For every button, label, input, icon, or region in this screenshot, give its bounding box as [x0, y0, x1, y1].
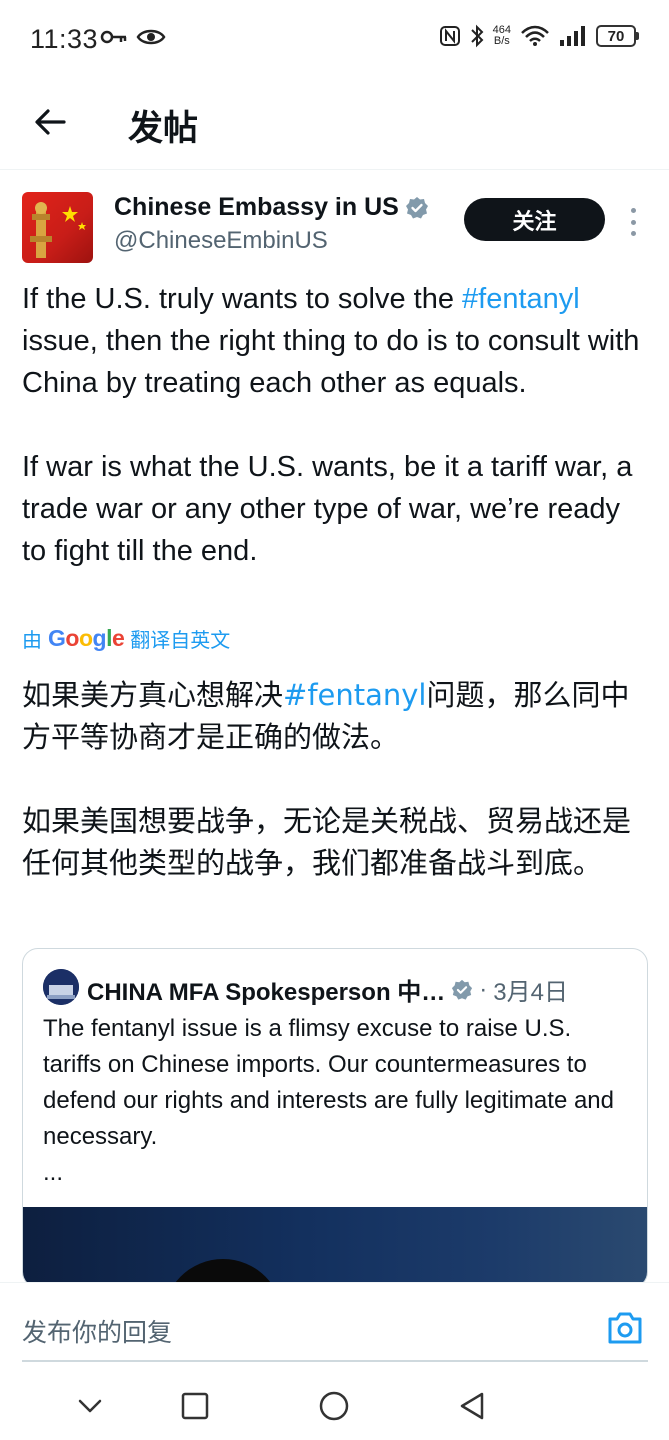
hashtag-link[interactable]: #fentanyl — [283, 678, 426, 712]
circle-icon — [319, 1391, 349, 1421]
hashtag-link[interactable]: #fentanyl — [462, 283, 580, 315]
follow-button[interactable]: 关注 — [464, 198, 605, 241]
translated-paragraph: 如果美方真心想解决#fentanyl问题，那么同中方平等协商才是正确的做法。 — [22, 678, 630, 754]
translation-attribution[interactable]: 由 Google 翻译自英文 — [22, 624, 230, 653]
flag-avatar-image — [22, 192, 93, 263]
quote-separator: · — [479, 975, 488, 1003]
eye-icon — [136, 29, 166, 45]
camera-button[interactable] — [606, 1311, 644, 1345]
wifi-icon — [521, 25, 549, 46]
bluetooth-icon — [470, 24, 484, 48]
status-bar: 11:33 464 B/s 70 — [0, 0, 669, 80]
status-time: 11:33 — [30, 24, 99, 54]
quote-author-name: CHINA MFA Spokesperson 中… · 3月4日 — [87, 972, 568, 1007]
chevron-down-icon — [78, 1399, 102, 1413]
quote-date: 3月4日 — [493, 979, 568, 1006]
quote-text: The fentanyl issue is a flimsy excuse to… — [43, 1011, 623, 1191]
page-header: 发帖 — [0, 80, 669, 170]
camera-icon — [608, 1312, 642, 1344]
nav-recents-button[interactable] — [175, 1386, 215, 1426]
nav-back-button[interactable] — [452, 1386, 492, 1426]
quote-author-avatar — [43, 969, 79, 1005]
translated-paragraph: 如果美国想要战争，无论是关税战、贸易战还是任何其他类型的战争，我们都准备战斗到底… — [22, 804, 632, 880]
author-name[interactable]: Chinese Embassy in US — [114, 193, 429, 222]
google-logo: Google — [48, 625, 125, 651]
net-speed: 464 B/s — [492, 24, 511, 47]
arrow-left-icon — [35, 109, 66, 135]
nfc-icon — [439, 26, 460, 46]
quoted-tweet-card[interactable]: CHINA MFA Spokesperson 中… · 3月4日 The fen… — [22, 948, 648, 1288]
nav-collapse-button[interactable] — [70, 1386, 110, 1426]
quote-ellipsis: ... — [43, 1159, 64, 1186]
translated-text: 如果美方真心想解决#fentanyl问题，那么同中方平等协商才是正确的做法。 如… — [22, 674, 652, 926]
more-options-icon[interactable] — [620, 205, 646, 239]
square-icon — [181, 1392, 209, 1420]
tweet-paragraph: If war is what the U.S. wants, be it a t… — [22, 451, 633, 567]
system-nav-bar — [0, 1370, 669, 1440]
author-avatar[interactable] — [22, 192, 93, 263]
signal-icon — [560, 26, 585, 46]
back-button[interactable] — [28, 100, 72, 144]
battery-icon: 70 — [596, 25, 639, 47]
triangle-back-icon — [460, 1392, 484, 1420]
author-handle[interactable]: @ChineseEmbinUS — [114, 227, 328, 255]
verified-badge-icon — [452, 979, 473, 1000]
key-icon — [100, 30, 127, 44]
reply-bar: 发布你的回复 — [0, 1282, 669, 1370]
quote-media-image[interactable] — [23, 1207, 647, 1287]
page-title: 发帖 — [128, 109, 199, 149]
tweet-text: If the U.S. truly wants to solve the #fe… — [22, 278, 652, 614]
reply-underline — [22, 1360, 648, 1362]
tweet-paragraph: If the U.S. truly wants to solve the #fe… — [22, 283, 640, 399]
reply-input[interactable]: 发布你的回复 — [22, 1313, 172, 1349]
nav-home-button[interactable] — [314, 1386, 354, 1426]
verified-badge-icon — [405, 196, 428, 218]
